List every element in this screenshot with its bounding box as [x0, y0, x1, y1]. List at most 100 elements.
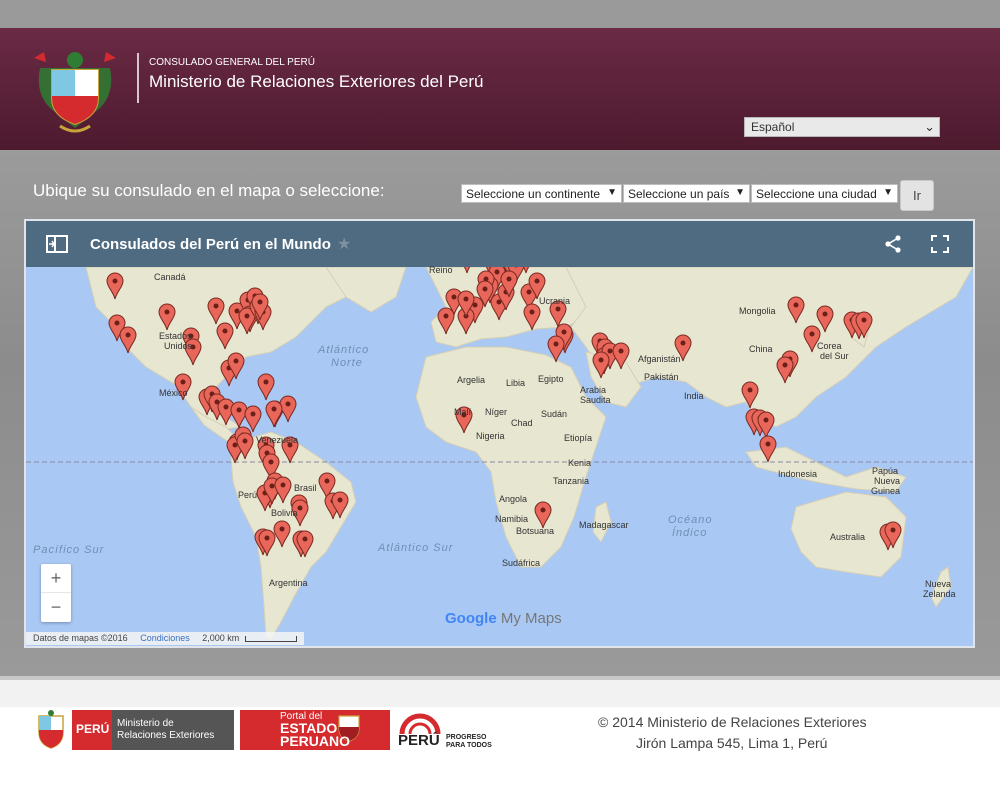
top-bar — [0, 0, 1000, 28]
consulate-pin-dot — [125, 332, 131, 338]
share-icon[interactable] — [884, 235, 902, 253]
consulate-pin-dot — [271, 406, 277, 412]
map-label-egipto: Egipto — [538, 374, 564, 384]
map-label-australia: Australia — [830, 532, 866, 542]
consulate-pin-dot — [233, 358, 239, 364]
map-label-botsuana: Botsuana — [516, 526, 555, 536]
map-label-bolivia: Bolivia — [271, 508, 298, 518]
google-my-maps-logo[interactable]: Google My Maps — [445, 610, 562, 627]
map-label-ucrania: Ucrania — [539, 296, 571, 306]
header-divider — [137, 53, 139, 103]
go-button[interactable]: Ir — [900, 180, 934, 211]
progreso-line-1: PROGRESO — [446, 734, 487, 741]
ocean-label-pacifico-sur: Pacífico Sur — [33, 544, 105, 556]
consulate-pin-dot — [244, 313, 250, 319]
map-label-mongolia: Mongolia — [739, 306, 776, 316]
zoom-controls: + − — [41, 564, 71, 622]
map-label-libia: Libia — [506, 378, 526, 388]
map-label-guinea: Guinea — [871, 486, 901, 496]
continent-select-value: Seleccione un continente — [466, 187, 601, 201]
consulate-pin-dot — [234, 308, 240, 314]
city-select[interactable]: Seleccione una ciudad ▼ — [751, 184, 898, 203]
portal-estado-peruano-logo[interactable]: Portal del ESTADO PERUANO — [240, 710, 390, 750]
map-label-arabia: Arabia — [580, 385, 607, 395]
dropdown-arrow-icon: ▼ — [883, 187, 893, 198]
mrree-line-1: Ministerio de — [117, 718, 174, 729]
consulate-pin-dot — [164, 309, 170, 315]
consulate-pin-dot — [268, 459, 274, 465]
progreso-peru-text: PERÚ — [398, 732, 440, 749]
language-select[interactable]: Español ⌄ — [744, 117, 940, 137]
peru-badge-text: PERÚ — [76, 722, 110, 736]
map-label-venezuela: Venezuela — [256, 435, 299, 445]
consulate-pin-dot — [890, 527, 896, 533]
world-map[interactable]: Canadá Estados Unidos México Venezuela P… — [26, 265, 973, 646]
zoom-out-button[interactable]: − — [41, 593, 71, 622]
consulate-pin-dot — [114, 320, 120, 326]
city-select-value: Seleccione una ciudad — [756, 187, 877, 201]
map-label-chad: Chad — [511, 418, 533, 428]
consulate-pin-dot — [242, 438, 248, 444]
scale-label[interactable]: 2,000 km — [202, 633, 239, 643]
consulate-pin-dot — [285, 401, 291, 407]
map-label-pakistan: Pakistán — [644, 372, 679, 382]
consulate-pin-dot — [180, 379, 186, 385]
copyright-text: © 2014 Ministerio de Relaciones Exterior… — [598, 714, 867, 730]
map-label-estados: Estados — [159, 331, 192, 341]
map-label-namibia: Namibia — [495, 514, 529, 524]
consulate-pin-dot — [529, 309, 535, 315]
peru-crest-small-icon — [38, 710, 64, 749]
ocean-label-atlantico-norte-1: Atlántico — [318, 344, 370, 356]
consulate-pin-dot — [280, 482, 286, 488]
consulate-pin-dot — [861, 317, 867, 323]
map-label-kenia: Kenia — [568, 458, 592, 468]
google-wordmark: Google — [445, 610, 497, 627]
consulado-label: CONSULADO GENERAL DEL PERÚ — [149, 57, 315, 68]
consulate-pin-dot — [763, 417, 769, 423]
consulate-pin-dot — [607, 348, 613, 354]
consulate-pin-dot — [793, 302, 799, 308]
map-label-indonesia: Indonesia — [778, 469, 818, 479]
map-label-afganistan: Afganistán — [638, 354, 681, 364]
consulate-pin-dot — [482, 286, 488, 292]
country-select[interactable]: Seleccione un país ▼ — [623, 184, 750, 203]
map-label-nigeria: Nigeria — [476, 431, 505, 441]
footer-band — [0, 680, 1000, 707]
star-icon[interactable]: ★ — [337, 234, 351, 254]
fullscreen-icon[interactable] — [931, 235, 949, 253]
consulate-pin-dot — [782, 362, 788, 368]
consulate-pin-dot — [297, 505, 303, 511]
map-label-china: China — [749, 344, 773, 354]
consulate-pin-dot — [463, 296, 469, 302]
consulate-pin-dot — [269, 483, 275, 489]
map-label-angola: Angola — [499, 494, 528, 504]
continent-select[interactable]: Seleccione un continente ▼ — [461, 184, 622, 203]
consulate-pin-dot — [213, 303, 219, 309]
map-embed: Consulados del Perú en el Mundo ★ Canadá… — [24, 219, 975, 648]
zoom-in-button[interactable]: + — [41, 564, 71, 593]
map-label-del-sur: del Sur — [820, 351, 849, 361]
peru-coat-of-arms-logo[interactable] — [30, 48, 120, 138]
map-label-argelia: Argelia — [457, 375, 486, 385]
consulate-pin-dot — [680, 340, 686, 346]
map-label-mexico: México — [159, 388, 188, 398]
consulate-pin-dot — [279, 526, 285, 532]
estado-line-3: PERUANO — [280, 733, 351, 749]
consulate-pin-dot — [263, 379, 269, 385]
sidebar-toggle-icon[interactable] — [46, 235, 68, 253]
consulate-pin-dot — [526, 289, 532, 295]
peru-progreso-logo[interactable]: PERÚ PROGRESO PARA TODOS — [398, 712, 498, 752]
consulate-pin-dot — [257, 299, 263, 305]
map-label-india: India — [684, 391, 704, 401]
consulate-pin-dot — [236, 407, 242, 413]
map-data-credit: Datos de mapas ©2016 — [33, 633, 128, 643]
map-label-tanzania: Tanzania — [553, 476, 590, 486]
consulate-pin-dot — [324, 478, 330, 484]
ministry-title: Ministerio de Relaciones Exteriores del … — [149, 72, 484, 91]
consulate-pin-dot — [222, 328, 228, 334]
map-label-argentina: Argentina — [269, 578, 308, 588]
terms-link[interactable]: Condiciones — [140, 633, 190, 643]
map-label-mali: Malí — [454, 407, 472, 417]
mrree-logo[interactable]: PERÚ Ministerio de Relaciones Exteriores — [36, 710, 234, 750]
consulate-pin-dot — [264, 535, 270, 541]
